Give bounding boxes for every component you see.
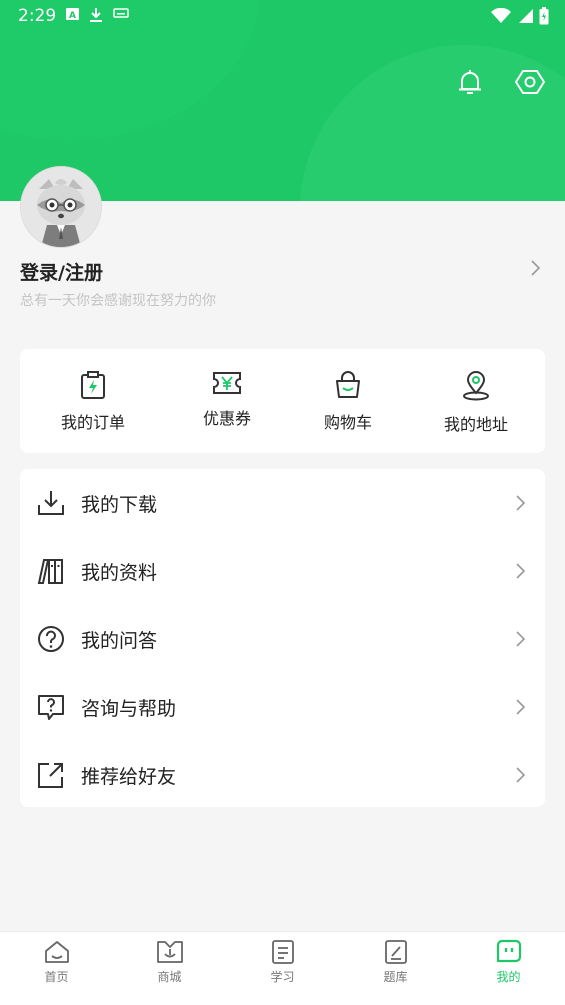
chevron-right-icon — [516, 495, 526, 511]
menu-item-help[interactable]: 咨询与帮助 — [20, 673, 545, 741]
share-icon — [38, 763, 63, 788]
quick-actions-card: 我的订单 优惠券 购物车 我的地址 — [20, 349, 545, 453]
chevron-right-icon — [516, 563, 526, 579]
menu-item-label: 咨询与帮助 — [81, 698, 177, 720]
menu-item-label: 我的下载 — [81, 494, 158, 516]
quick-action-address[interactable]: 我的地址 — [421, 371, 531, 435]
quick-action-orders[interactable]: 我的订单 — [38, 371, 148, 433]
raccoon-avatar-icon — [21, 167, 101, 247]
wifi-icon — [491, 8, 511, 23]
login-register-link[interactable]: 登录/注册 — [20, 258, 103, 285]
tab-label: 我的 — [496, 970, 521, 984]
tab-mine[interactable]: 我的 — [452, 932, 565, 1005]
quick-action-coupons[interactable]: 优惠券 — [172, 371, 282, 429]
books-icon — [37, 559, 63, 584]
chevron-right-icon — [516, 699, 526, 715]
home-icon — [45, 941, 69, 963]
menu-item-share[interactable]: 推荐给好友 — [20, 741, 545, 809]
keyboard-icon — [113, 8, 129, 18]
signal-icon — [519, 9, 533, 23]
quick-action-label: 我的订单 — [60, 413, 125, 432]
download-status-icon — [90, 8, 102, 22]
mall-icon — [157, 941, 183, 963]
svg-text:A: A — [69, 11, 76, 21]
menu-item-label: 推荐给好友 — [81, 766, 177, 788]
menu-item-label: 我的问答 — [81, 630, 158, 652]
help-chat-icon — [38, 695, 64, 720]
question-bank-icon — [385, 940, 407, 964]
tab-label: 首页 — [44, 970, 69, 984]
status-time: 2:29 — [18, 6, 57, 26]
quick-action-label: 购物车 — [323, 413, 372, 432]
status-bar: 2:29 A — [0, 0, 565, 32]
tab-question-bank[interactable]: 题库 — [339, 932, 452, 1005]
settings-icon[interactable] — [515, 67, 545, 97]
menu-item-label: 我的资料 — [81, 562, 158, 584]
quick-action-cart[interactable]: 购物车 — [293, 371, 403, 433]
download-icon — [38, 491, 64, 515]
menu-list: 我的下载 我的资料 我的问答 咨询与帮助 推荐给好友 — [20, 469, 545, 807]
location-pin-icon — [463, 371, 489, 401]
chevron-right-icon[interactable] — [526, 258, 546, 278]
tab-study[interactable]: 学习 — [226, 932, 339, 1005]
tab-label: 题库 — [383, 970, 408, 984]
menu-item-qa[interactable]: 我的问答 — [20, 605, 545, 673]
shopping-bag-icon — [336, 371, 360, 398]
bottom-tab-bar: 首页 商城 学习 题库 我的 — [0, 931, 565, 1005]
menu-item-materials[interactable]: 我的资料 — [20, 537, 545, 605]
profile-slogan: 总有一天你会感谢现在努力的你 — [20, 293, 216, 309]
menu-item-downloads[interactable]: 我的下载 — [20, 469, 545, 537]
chevron-right-icon — [516, 767, 526, 783]
battery-icon — [539, 7, 549, 25]
coupon-yen-icon — [213, 372, 241, 394]
quick-action-label: 优惠券 — [202, 409, 251, 428]
clipboard-bolt-icon — [81, 371, 105, 399]
avatar[interactable] — [20, 166, 102, 248]
tab-label: 学习 — [270, 970, 295, 984]
tab-label: 商城 — [157, 970, 182, 984]
tab-mall[interactable]: 商城 — [113, 932, 226, 1005]
study-icon — [272, 940, 294, 964]
mine-icon — [496, 939, 522, 963]
keyboard-a-icon: A — [66, 8, 79, 21]
question-circle-icon — [38, 626, 64, 652]
quick-action-label: 我的地址 — [443, 415, 508, 434]
notification-bell-icon[interactable] — [455, 67, 485, 97]
tab-home[interactable]: 首页 — [0, 932, 113, 1005]
chevron-right-icon — [516, 631, 526, 647]
